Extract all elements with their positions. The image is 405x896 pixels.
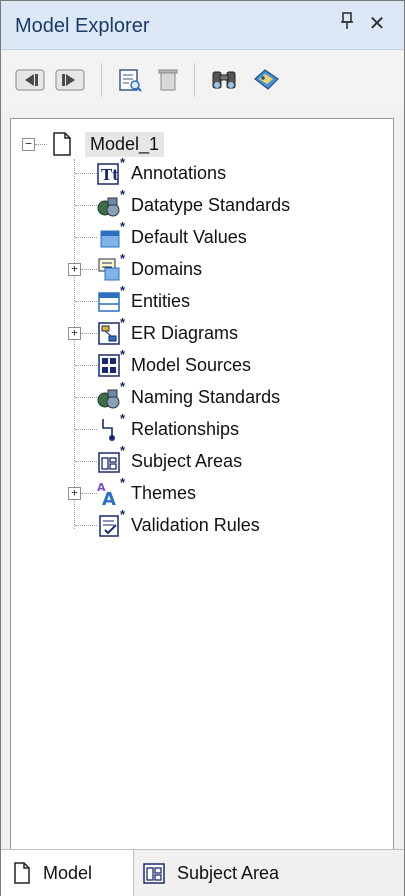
tree-item-er-diagrams[interactable]: * ER Diagrams: [97, 315, 238, 348]
tree-connector: [75, 205, 97, 206]
tree-connector: [81, 269, 97, 270]
tree-item-default-values[interactable]: * Default Values: [97, 219, 247, 252]
naming-standards-icon: *: [97, 379, 125, 410]
tree-connector: [75, 397, 97, 398]
tree-item-entities[interactable]: * Entities: [97, 283, 190, 316]
svg-text:A: A: [102, 489, 116, 506]
tree-connector: [75, 237, 97, 238]
tree-connector: [81, 333, 97, 334]
tree-item-subject-areas[interactable]: * Subject Areas: [97, 443, 242, 476]
pin-icon[interactable]: [335, 11, 359, 37]
binoculars-icon: [212, 71, 236, 89]
relationships-icon: *: [97, 411, 125, 442]
tree-root-label: Model_1: [85, 131, 165, 157]
datatype-standards-icon: *: [97, 187, 125, 218]
tree-root-model[interactable]: Model_1: [49, 129, 165, 159]
themes-icon: AA *: [97, 475, 125, 506]
tree-item-datatype-standards[interactable]: * Datatype Standards: [97, 187, 290, 220]
tag-button[interactable]: [249, 64, 283, 96]
tree-item-naming-standards[interactable]: * Naming Standards: [97, 379, 280, 412]
tree-connector: [75, 461, 97, 462]
annotations-icon: Tt *: [97, 155, 125, 186]
model-explorer-panel: Model Explorer ✕ − Model_1 Tt * Annotati…: [0, 0, 405, 896]
document-icon: [49, 131, 75, 157]
back-button[interactable]: [13, 64, 47, 96]
expand-toggle[interactable]: +: [68, 487, 81, 500]
entities-icon: *: [97, 283, 125, 314]
model-sources-icon: *: [97, 347, 125, 378]
tree-connector: [81, 493, 97, 494]
tree-connector: [75, 429, 97, 430]
forward-button[interactable]: [53, 64, 87, 96]
nav-forward-icon: [55, 69, 85, 91]
toolbar-separator: [194, 63, 195, 97]
tree-connector: [75, 365, 97, 366]
validation-rules-icon: *: [97, 507, 125, 538]
expand-toggle[interactable]: +: [68, 263, 81, 276]
subject-area-icon: [143, 862, 165, 884]
tree-item-model-sources[interactable]: * Model Sources: [97, 347, 251, 380]
tree-item-annotations[interactable]: Tt * Annotations: [97, 155, 226, 188]
tree-item-validation-rules[interactable]: * Validation Rules: [97, 507, 260, 540]
tab-subject-area[interactable]: Subject Area: [139, 850, 279, 896]
tree-connector: [75, 173, 97, 174]
properties-button[interactable]: [113, 64, 147, 96]
tree-connector: [74, 159, 75, 529]
panel-titlebar: Model Explorer ✕: [1, 1, 404, 50]
document-icon: [13, 862, 31, 884]
tree-item-domains[interactable]: * Domains: [97, 251, 202, 284]
tag-icon: [254, 69, 279, 90]
expand-toggle[interactable]: +: [68, 327, 81, 340]
nav-back-icon: [15, 69, 45, 91]
tree-connector: [75, 525, 97, 526]
close-icon[interactable]: ✕: [365, 11, 389, 36]
bottom-tab-bar: Model Subject Area: [1, 849, 404, 896]
tree-item-relationships[interactable]: * Relationships: [97, 411, 239, 444]
model-tree: − Model_1 Tt * Annotations * Datatype St…: [10, 118, 394, 850]
panel-title: Model Explorer: [15, 15, 150, 37]
tab-model[interactable]: Model: [1, 850, 134, 896]
properties-icon: [119, 69, 142, 92]
toolbar-separator: [101, 63, 102, 97]
svg-text:Tt: Tt: [101, 166, 119, 184]
er-diagrams-icon: *: [97, 315, 125, 346]
default-values-icon: *: [97, 219, 125, 250]
domains-icon: *: [97, 251, 125, 282]
find-button[interactable]: [207, 64, 241, 96]
tree-item-themes[interactable]: AA * Themes: [97, 475, 196, 508]
tree-connector: [35, 144, 47, 145]
delete-button[interactable]: [151, 64, 185, 96]
trash-icon: [158, 69, 178, 91]
tree-connector: [75, 301, 97, 302]
subject-areas-icon: *: [97, 443, 125, 474]
collapse-toggle[interactable]: −: [22, 138, 35, 151]
